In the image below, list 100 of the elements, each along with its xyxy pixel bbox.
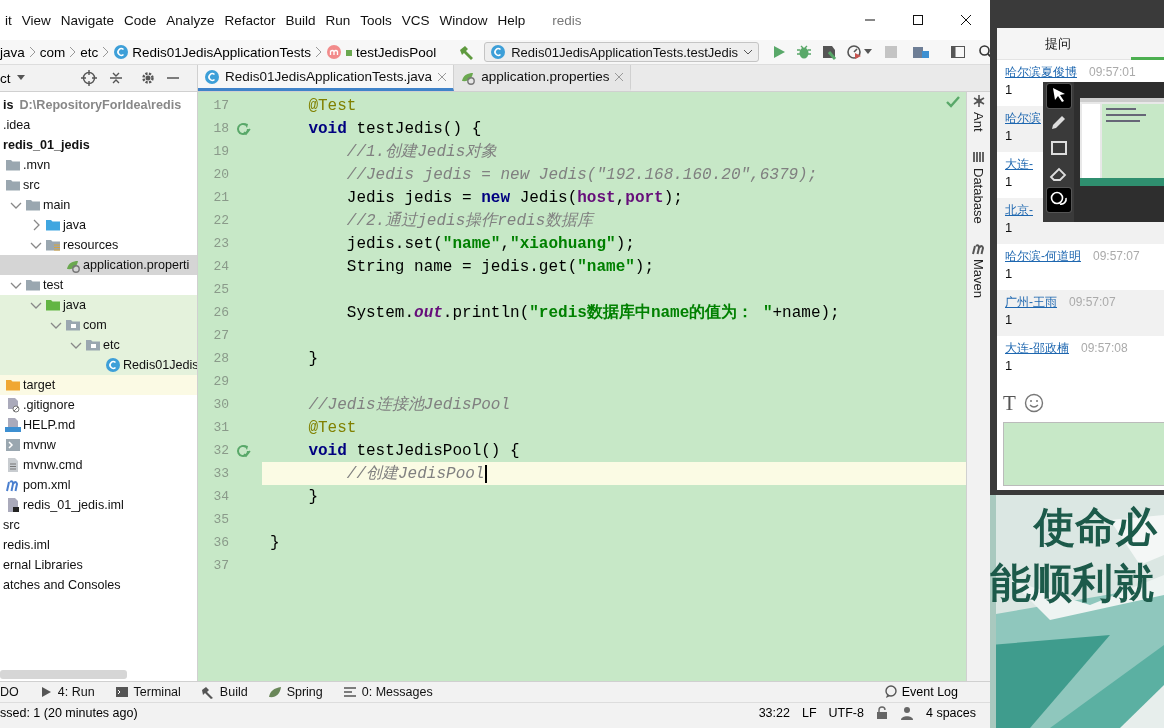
run-test-icon[interactable] [235, 120, 251, 137]
cursor-position[interactable]: 33:22 [758, 706, 790, 720]
line-separator[interactable]: LF [801, 706, 817, 720]
message-input-field[interactable] [1003, 422, 1164, 486]
tree-item[interactable]: redis.iml [0, 535, 197, 555]
menu-item[interactable]: Refactor [219, 12, 281, 28]
close-icon[interactable] [437, 71, 448, 82]
locate-icon[interactable] [80, 70, 97, 86]
caret-icon[interactable] [864, 49, 873, 55]
tree-item[interactable]: .idea [0, 115, 197, 135]
menu-item[interactable]: Build [280, 12, 321, 28]
project-structure-icon[interactable] [912, 44, 931, 60]
tree-item[interactable]: redis_01_jedis [0, 135, 197, 155]
folder-icon [5, 157, 21, 173]
window-layout-icon[interactable] [950, 44, 967, 60]
close-icon[interactable] [614, 71, 625, 82]
author-link[interactable]: 大连-邵政楠 [1005, 341, 1069, 355]
tree-item[interactable]: pom.xml [0, 475, 197, 495]
breadcrumb[interactable]: com [39, 44, 66, 60]
tree-item[interactable]: is D:\RepositoryForIdea\redis [0, 95, 197, 115]
drawing-tool-button[interactable] [1046, 188, 1071, 212]
run-configuration-dropdown[interactable]: Redis01JedisApplicationTests.testJedis [484, 42, 760, 62]
indent-setting[interactable]: 4 spaces [925, 706, 976, 720]
tree-item[interactable]: ernal Libraries [0, 555, 197, 575]
bug-icon[interactable] [796, 44, 813, 60]
tree-item[interactable]: com [0, 315, 197, 335]
project-view-dropdown[interactable]: ct [0, 70, 25, 86]
module-file-icon [5, 497, 21, 513]
tree-item[interactable]: redis_01_jedis.iml [0, 495, 197, 515]
menu-item[interactable]: Analyze [161, 12, 220, 28]
menu-item[interactable]: Help [492, 12, 531, 28]
menu-item[interactable]: Navigate [55, 12, 120, 28]
profiler-icon[interactable] [846, 44, 863, 60]
tool-window-button[interactable]: Event Log [883, 685, 958, 699]
code-line: Jedis jedis = new Jedis(host,port); [345, 188, 683, 207]
line-number: 22 [212, 213, 229, 228]
tree-item[interactable]: HELP.md [0, 415, 197, 435]
author-link[interactable]: 北京- [1005, 203, 1033, 217]
tree-item[interactable]: application.properti [0, 255, 197, 275]
author-link[interactable]: 哈尔滨 [1005, 111, 1041, 125]
author-link[interactable]: 大连- [1005, 157, 1033, 171]
tool-window-button[interactable]: 4: Run [38, 685, 95, 699]
text-format-button[interactable]: T [1003, 390, 1016, 416]
maximize-icon [912, 14, 924, 26]
tree-item[interactable]: resources [0, 235, 197, 255]
tree-item[interactable]: java [0, 295, 197, 315]
tree-item[interactable]: .gitignore [0, 395, 197, 415]
tool-window-button[interactable]: Spring [267, 685, 323, 699]
tool-window-button[interactable]: Build [200, 685, 248, 699]
author-link[interactable]: 哈尔滨-何道明 [1005, 249, 1081, 263]
scrollbar[interactable] [0, 670, 127, 679]
breadcrumb[interactable]: Redis01JedisApplicationTests [113, 44, 311, 60]
chat-tab[interactable]: 提问 [1045, 34, 1071, 53]
tree-item[interactable]: main [0, 195, 197, 215]
breadcrumb[interactable]: java [0, 44, 25, 60]
tree-item[interactable]: atches and Consoles [0, 575, 197, 595]
tool-window-button[interactable]: Ant [971, 94, 986, 132]
menu-item[interactable]: it [0, 12, 17, 28]
menu-item[interactable]: Tools [355, 12, 397, 28]
tool-window-button[interactable]: DO [0, 685, 19, 699]
emoji-icon[interactable] [1023, 393, 1044, 413]
tree-item[interactable]: test [0, 275, 197, 295]
path-label: D:\RepositoryForIdea\redis [19, 98, 182, 112]
person-icon[interactable] [899, 706, 914, 720]
menu-item[interactable]: Code [119, 12, 162, 28]
drawing-tool-button[interactable] [1046, 84, 1071, 108]
tree-item[interactable]: .mvn [0, 155, 197, 175]
tool-window-button[interactable]: Maven [971, 241, 986, 299]
author-link[interactable]: 广州-王雨 [1005, 295, 1057, 309]
tool-window-button[interactable]: Database [971, 149, 986, 224]
chevron-icon [69, 46, 77, 58]
tool-window-button[interactable]: Terminal [114, 685, 181, 699]
menu-item[interactable]: Run [320, 12, 356, 28]
coverage-icon[interactable] [821, 44, 838, 60]
author-link[interactable]: 哈尔滨夏俊博 [1005, 65, 1077, 79]
menu-item[interactable]: VCS [396, 12, 435, 28]
method-icon [325, 44, 342, 60]
tree-item[interactable]: java [0, 215, 197, 235]
tree-item[interactable]: mvnw [0, 435, 197, 455]
lock-icon[interactable] [875, 706, 888, 720]
tree-item[interactable]: src [0, 175, 197, 195]
editor-tab[interactable]: application.properties [454, 65, 632, 91]
code-line: String name = jedis.get("name"); [345, 257, 655, 276]
breadcrumb[interactable]: etc [80, 44, 99, 60]
editor-tab[interactable]: Redis01JedisApplicationTests.java [198, 65, 455, 91]
run-test-icon[interactable] [235, 442, 251, 459]
file-encoding[interactable]: UTF-8 [828, 706, 864, 720]
tree-item[interactable]: etc [0, 335, 197, 355]
tool-window-button[interactable]: 0: Messages [342, 685, 433, 699]
breadcrumb[interactable]: testJedisPool [325, 44, 437, 60]
chevron-down-icon [743, 48, 754, 56]
collapse-all-icon[interactable] [107, 70, 124, 86]
tree-item[interactable]: target [0, 375, 197, 395]
menu-item[interactable]: View [16, 12, 56, 28]
search-icon[interactable] [978, 44, 990, 60]
close-icon [960, 14, 972, 26]
hammer-icon [200, 685, 215, 699]
tree-item[interactable]: src [0, 515, 197, 535]
menu-item[interactable]: Window [434, 12, 493, 28]
tree-item[interactable]: mvnw.cmd [0, 455, 197, 475]
